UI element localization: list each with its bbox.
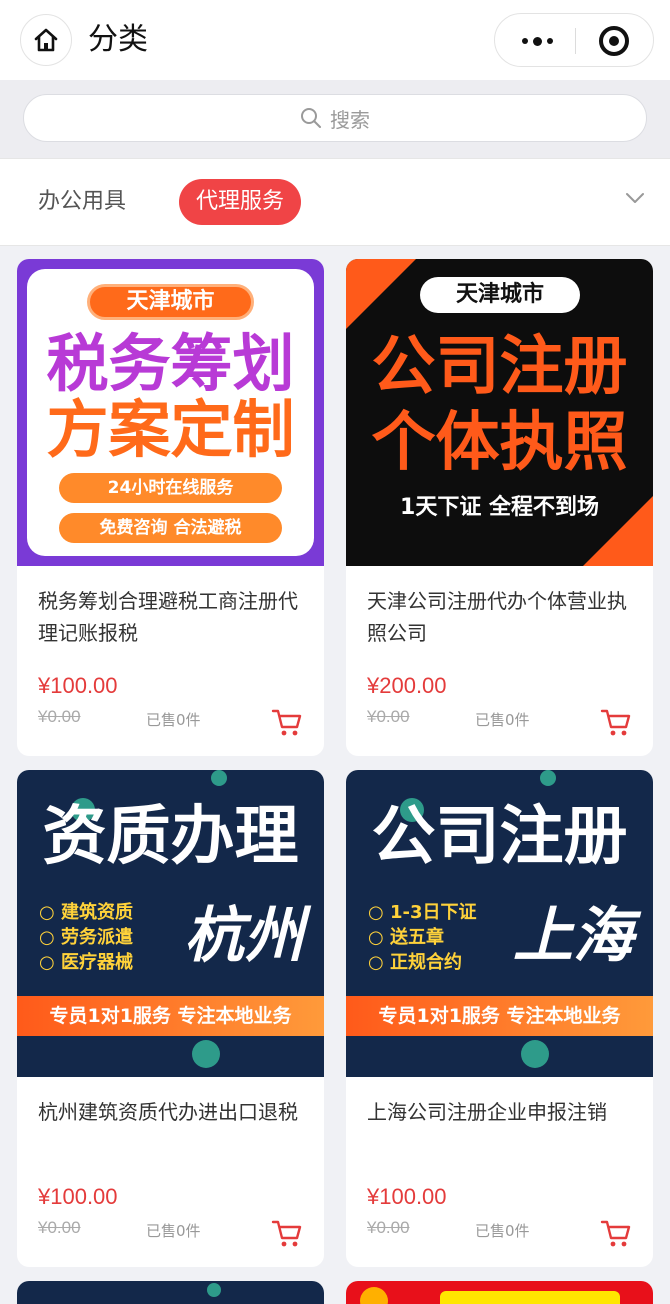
poster-bullet: ○ 1-3日下证 [368, 902, 477, 923]
product-original-price: ¥0.00 [38, 1218, 81, 1237]
poster-line-1: 税务筹划 [46, 327, 295, 400]
capsule-divider [575, 28, 576, 54]
poster-bullet: ○ 医疗器械 [39, 952, 133, 973]
poster-line-1: 公司注册 [371, 330, 628, 404]
poster-bullet: ○ 建筑资质 [39, 902, 133, 923]
cart-icon[interactable] [271, 1218, 303, 1248]
product-sold-count: 已售0件 [146, 711, 201, 729]
poster-headline: 资质办理 [42, 800, 299, 874]
home-icon [34, 28, 58, 52]
poster-pill-2: 免费咨询 合法避税 [59, 513, 282, 543]
product-sold-count: 已售0件 [475, 711, 530, 729]
poster-city: 杭州 [184, 901, 304, 971]
product-card-partial[interactable] [17, 1281, 324, 1304]
product-title[interactable]: 杭州建筑资质代办进出口退税 [38, 1096, 304, 1128]
poster-line-2: 方案定制 [46, 393, 295, 466]
poster-tag: 天津城市 [420, 277, 580, 313]
product-card-partial[interactable] [346, 1281, 653, 1304]
search-icon [301, 108, 321, 128]
tab-office-supplies[interactable]: 办公用具 [38, 179, 126, 225]
poster-banner: 专员1对1服务 专注本地业务 [17, 996, 324, 1036]
poster-bullet: ○ 劳务派遣 [39, 927, 133, 948]
product-price: ¥100.00 [38, 673, 118, 698]
product-sold-count: 已售0件 [475, 1222, 530, 1240]
product-card[interactable]: 资质办理 ○ 建筑资质 ○ 劳务派遣 ○ 医疗器械 杭州 专员1对1服务 专注本… [17, 770, 324, 1267]
more-button[interactable] [513, 14, 561, 68]
cart-icon[interactable] [600, 1218, 632, 1248]
chevron-down-icon[interactable] [624, 191, 646, 205]
product-title[interactable]: 天津公司注册代办个体营业执照公司 [367, 585, 633, 649]
poster-banner: 专员1对1服务 专注本地业务 [346, 996, 653, 1036]
home-button[interactable] [20, 14, 72, 66]
product-original-price: ¥0.00 [38, 707, 81, 726]
cart-icon[interactable] [600, 707, 632, 737]
product-card[interactable]: 天津城市 税务筹划 方案定制 24小时在线服务 免费咨询 合法避税 税务筹划合理… [17, 259, 324, 756]
product-image[interactable]: 资质办理 ○ 建筑资质 ○ 劳务派遣 ○ 医疗器械 杭州 专员1对1服务 专注本… [17, 770, 324, 1077]
product-card[interactable]: 天津城市 公司注册 个体执照 1天下证 全程不到场 天津公司注册代办个体营业执照… [346, 259, 653, 756]
search-placeholder: 搜索 [330, 107, 370, 132]
poster-tag: 天津城市 [126, 289, 215, 314]
close-miniprogram-button[interactable] [599, 26, 629, 56]
category-tabs: 办公用具 代理服务 [0, 158, 670, 246]
page-title: 分类 [88, 22, 148, 57]
product-card[interactable]: 公司注册 ○ 1-3日下证 ○ 送五章 ○ 正规合约 上海 专员1对1服务 专注… [346, 770, 653, 1267]
product-image[interactable]: 天津城市 公司注册 个体执照 1天下证 全程不到场 [346, 259, 653, 566]
poster-line-2: 个体执照 [371, 406, 628, 480]
search-bar-container: 搜索 [0, 80, 670, 158]
poster-headline: 公司注册 [371, 800, 628, 874]
product-sold-count: 已售0件 [146, 1222, 201, 1240]
product-title[interactable]: 税务筹划合理避税工商注册代理记账报税 [38, 585, 304, 649]
miniprogram-capsule [494, 13, 654, 67]
product-image[interactable]: 天津城市 税务筹划 方案定制 24小时在线服务 免费咨询 合法避税 [17, 259, 324, 566]
top-navigation-bar: 分类 [0, 0, 670, 80]
poster-bullet: ○ 送五章 [368, 927, 444, 948]
more-dots-icon [521, 38, 528, 44]
search-input[interactable]: 搜索 [23, 94, 647, 142]
product-price: ¥100.00 [38, 1184, 118, 1209]
product-price: ¥200.00 [367, 673, 447, 698]
product-original-price: ¥0.00 [367, 1218, 410, 1237]
poster-bullet: ○ 正规合约 [368, 952, 462, 973]
poster-city: 上海 [513, 901, 633, 971]
product-title[interactable]: 上海公司注册企业申报注销 [367, 1096, 633, 1128]
target-icon [609, 36, 619, 46]
cart-icon[interactable] [271, 707, 303, 737]
product-original-price: ¥0.00 [367, 707, 410, 726]
product-price: ¥100.00 [367, 1184, 447, 1209]
poster-footer: 1天下证 全程不到场 [400, 495, 599, 520]
tab-agency-services[interactable]: 代理服务 [179, 179, 302, 225]
product-image[interactable]: 公司注册 ○ 1-3日下证 ○ 送五章 ○ 正规合约 上海 专员1对1服务 专注… [346, 770, 653, 1077]
poster-pill-1: 24小时在线服务 [59, 473, 282, 503]
